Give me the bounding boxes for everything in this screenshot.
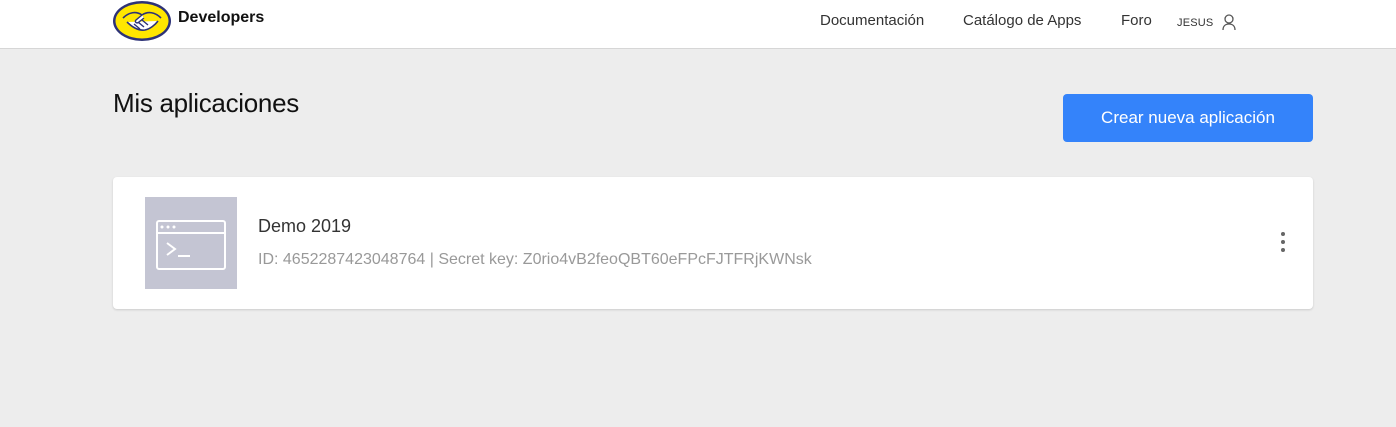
user-name: JESUS [1177,17,1214,29]
kebab-dot [1281,232,1285,236]
brand-name: Developers [178,9,265,26]
top-navigation-bar: Developers Documentación Catálogo de App… [0,0,1396,49]
nav-link-apps-catalog[interactable]: Catálogo de Apps [963,12,1081,29]
user-icon [1221,13,1237,31]
kebab-dot [1281,240,1285,244]
terminal-window-icon [145,197,237,289]
nav-link-documentation[interactable]: Documentación [820,12,924,29]
application-card: Demo 2019 ID: 4652287423048764 | Secret … [113,177,1313,309]
kebab-dot [1281,248,1285,252]
page-title: Mis aplicaciones [113,88,299,118]
nav-link-forum[interactable]: Foro [1121,12,1152,29]
more-options-icon[interactable] [1273,229,1293,255]
application-credentials: ID: 4652287423048764 | Secret key: Z0rio… [258,251,812,268]
user-menu[interactable]: JESUS [1177,14,1237,32]
create-new-application-button[interactable]: Crear nueva aplicación [1063,94,1313,142]
application-name-link[interactable]: Demo 2019 [258,216,351,237]
brand-logo-link[interactable]: Developers [112,0,264,42]
handshake-logo-icon [112,0,172,42]
